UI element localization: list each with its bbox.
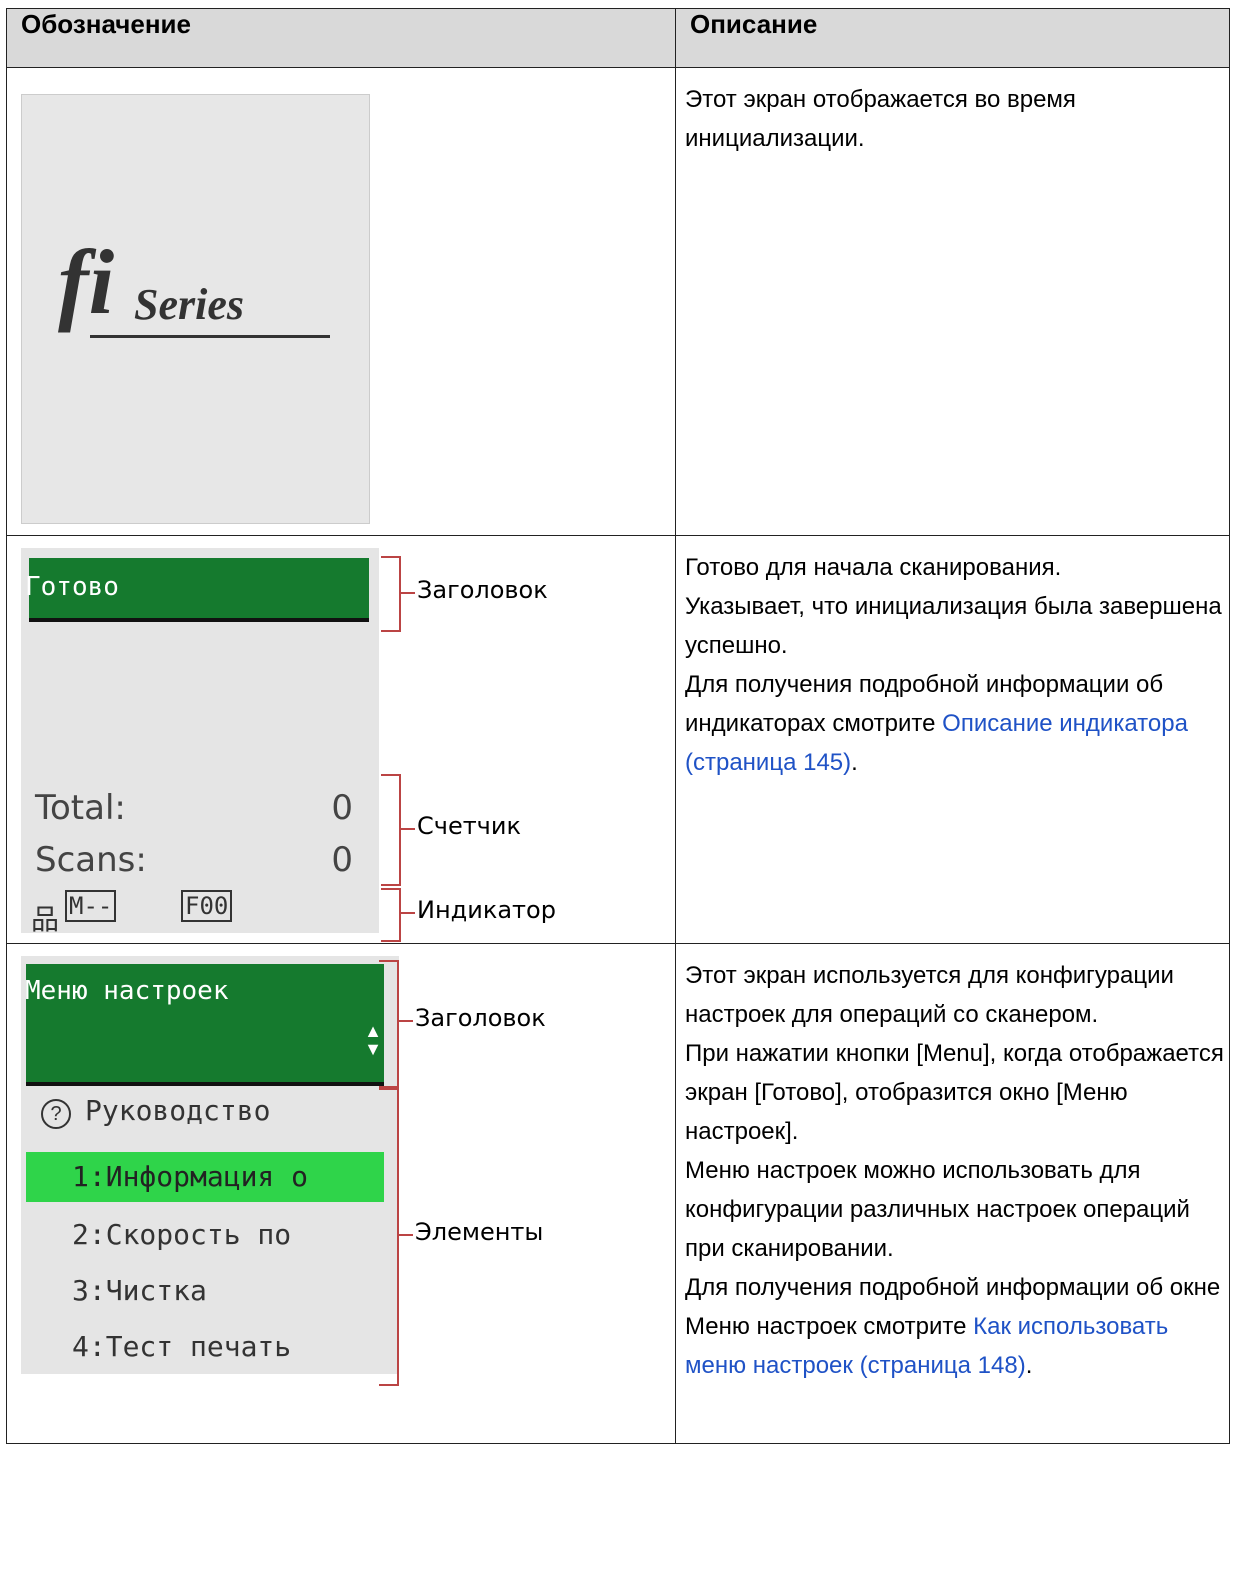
description-text: Для получения подробной информации об ок… (685, 1274, 1221, 1379)
menu-item[interactable]: 3:Чистка (72, 1274, 207, 1307)
menu-screen-cell: Меню настроек ▲ ▼ ? Руководство 1:Информац… (6, 943, 676, 1444)
description-text: Готово для начала сканирования. (685, 554, 1062, 581)
init-screen-cell: fi Series (6, 67, 676, 536)
description-text: Этот экран используется для конфигурации… (685, 962, 1174, 1028)
counter-scans-label: Scans: (35, 840, 147, 880)
description-text: Этот экран отображается во время инициал… (685, 86, 1076, 152)
callout-items: Элементы (415, 1218, 544, 1246)
header-description: Описание (675, 8, 1230, 68)
menu-item[interactable]: 4:Тест печать (72, 1330, 291, 1363)
guide-label: Руководство (85, 1094, 271, 1127)
table-row: fi Series Этот экран отображается во вре… (6, 67, 1230, 536)
ready-description: Готово для начала сканирования. Указывае… (675, 535, 1230, 944)
title-bracket-tick (399, 592, 415, 594)
counter-total-label: Total: (35, 788, 126, 828)
menu-title: Меню настроек (25, 976, 229, 1006)
feed-indicator: F00 (181, 890, 233, 922)
menu-item-selected[interactable]: 1:Информация о (26, 1152, 384, 1202)
menu-screen-panel: Меню настроек ▲ ▼ ? Руководство 1:Информац… (21, 956, 399, 1374)
counter-bracket-tick (399, 828, 415, 830)
legend-table: Обозначение Описание fi Series Этот экра… (6, 8, 1230, 1444)
logo-fi: fi (58, 231, 115, 333)
description-text: Указывает, что инициализация была заверш… (685, 593, 1222, 659)
indicator-bracket-tick (399, 912, 415, 914)
table-header-row: Обозначение Описание (6, 8, 1230, 68)
table-row: Готово Total: 0 Scans: 0 品 M-- F00 Загол… (6, 535, 1230, 944)
ready-screen-cell: Готово Total: 0 Scans: 0 品 M-- F00 Загол… (6, 535, 676, 944)
callout-menu-title: Заголовок (415, 1004, 546, 1032)
ready-title-bar: Готово (25, 558, 369, 622)
menu-title-bracket (379, 960, 399, 1088)
counter-bracket (381, 774, 401, 886)
description-text: Меню настроек можно использовать для кон… (685, 1157, 1190, 1262)
description-text: Для получения подробной информации об ин… (685, 671, 1188, 776)
menu-title-bracket-tick (397, 1020, 413, 1022)
indicator-bracket (381, 888, 401, 942)
menu-description: Этот экран используется для конфигурации… (675, 943, 1230, 1444)
fi-series-logo: fi Series (42, 231, 342, 345)
items-bracket-tick (397, 1234, 413, 1236)
counter-total-value: 0 (331, 788, 353, 828)
ready-screen-panel: Готово Total: 0 Scans: 0 品 M-- F00 (21, 548, 379, 935)
ready-title: Готово (25, 572, 119, 602)
menu-title-bar: Меню настроек ▲ ▼ (25, 964, 384, 1086)
logo-series: Series (134, 280, 244, 329)
callout-indicator: Индикатор (417, 896, 556, 924)
guide-row: ? Руководство (41, 1094, 270, 1129)
callout-counter: Счетчик (417, 812, 521, 840)
callout-title: Заголовок (417, 576, 548, 604)
description-text: При нажатии кнопки [Menu], когда отображ… (685, 1040, 1224, 1145)
menu-item-label: 1:Информация о (72, 1160, 309, 1193)
counter-row: Scans: 0 (35, 840, 353, 880)
logo-underline (90, 335, 330, 338)
mode-indicator: M-- (65, 890, 117, 922)
items-bracket (379, 1088, 399, 1386)
init-screen-panel: fi Series (21, 94, 370, 524)
title-bracket (381, 556, 401, 632)
table-row: Меню настроек ▲ ▼ ? Руководство 1:Информац… (6, 943, 1230, 1444)
header-designation: Обозначение (6, 8, 676, 68)
init-description: Этот экран отображается во время инициал… (675, 67, 1230, 536)
counter-row: Total: 0 (35, 788, 353, 828)
help-icon: ? (41, 1099, 71, 1129)
network-icon: 品 (31, 904, 60, 935)
menu-item[interactable]: 2:Скорость по (72, 1218, 291, 1251)
counter-scans-value: 0 (331, 840, 353, 880)
